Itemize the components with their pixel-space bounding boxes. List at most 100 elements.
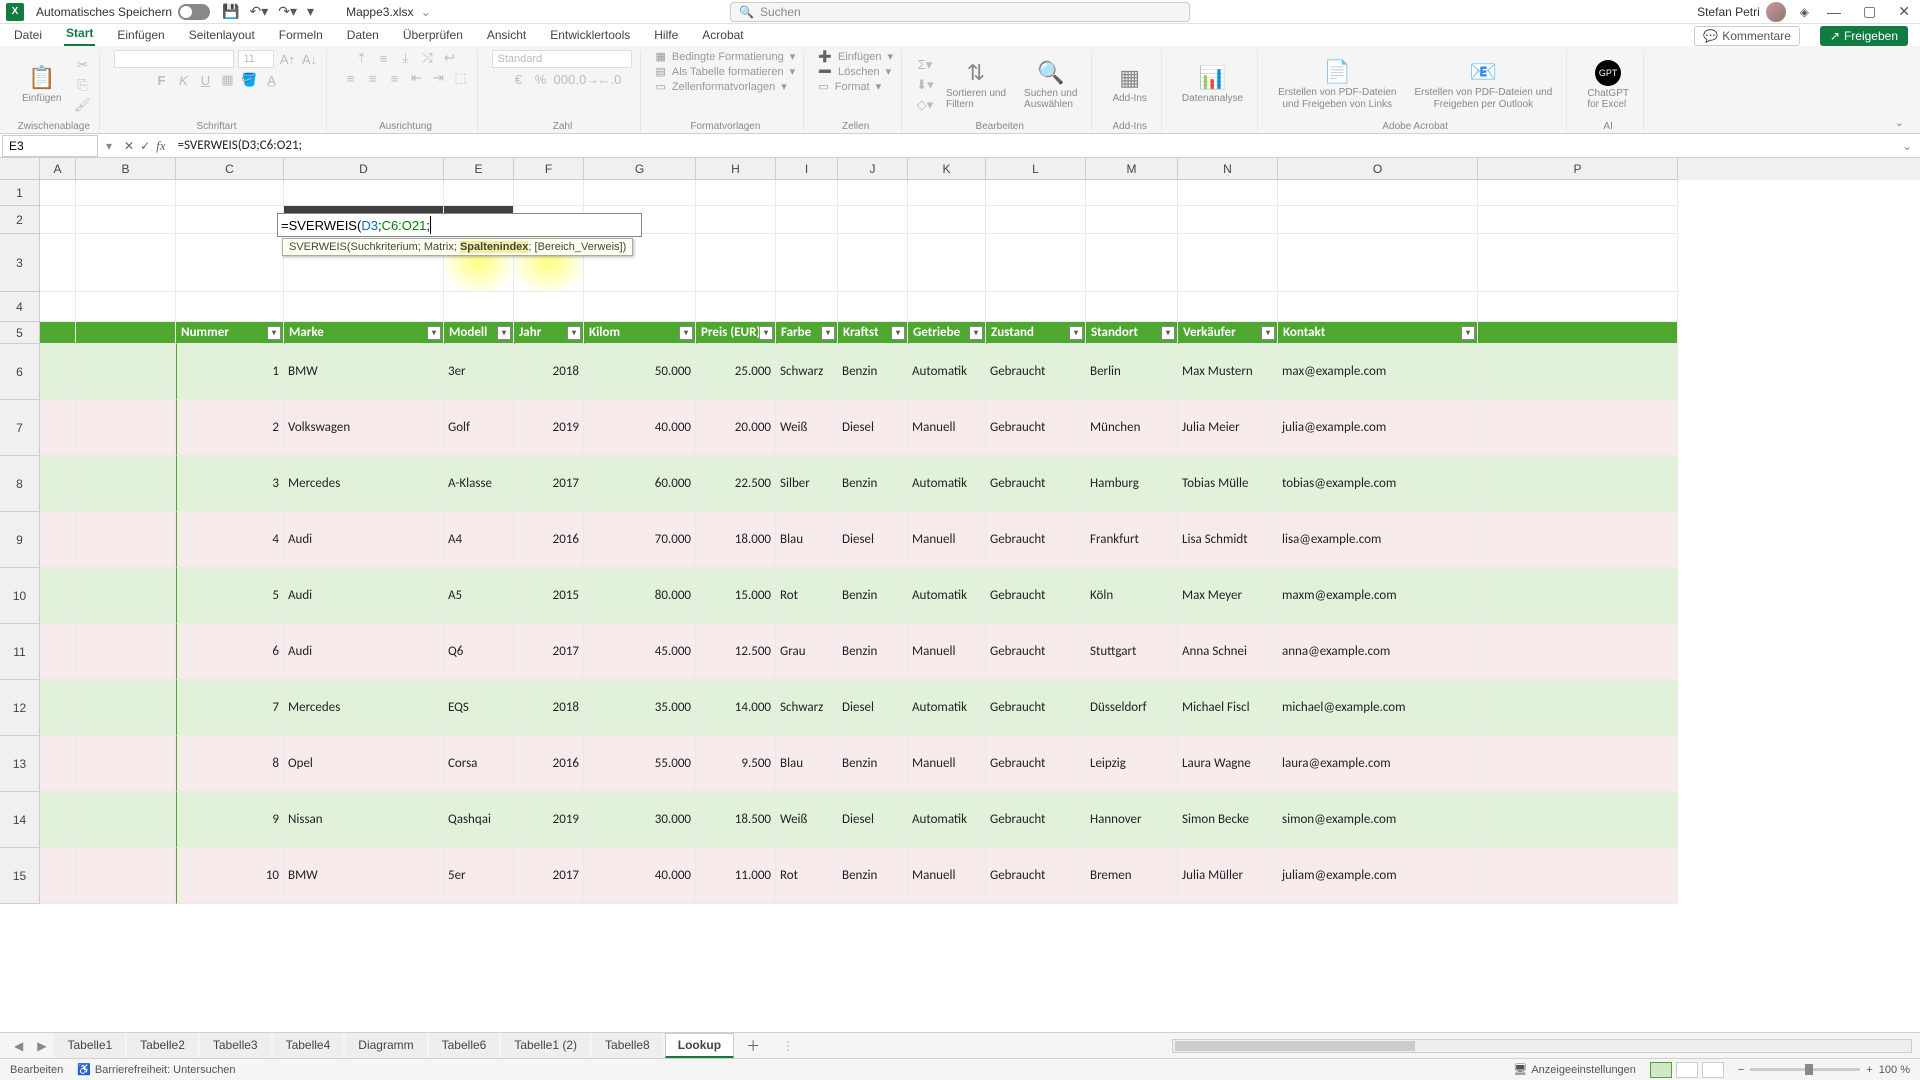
cell[interactable] bbox=[444, 292, 514, 322]
table-cell[interactable]: Opel bbox=[284, 736, 444, 792]
column-header-A[interactable]: A bbox=[40, 158, 76, 180]
table-cell[interactable]: 2016 bbox=[514, 736, 584, 792]
cell[interactable] bbox=[40, 344, 76, 400]
table-cell[interactable]: Grau bbox=[776, 624, 838, 680]
column-header-F[interactable]: F bbox=[514, 158, 584, 180]
sheet-prev-icon[interactable]: ◀ bbox=[8, 1039, 29, 1053]
cell[interactable] bbox=[1478, 322, 1678, 344]
undo-icon[interactable]: ↶▾ bbox=[250, 3, 269, 20]
cell[interactable] bbox=[40, 568, 76, 624]
table-cell[interactable]: 6 bbox=[176, 624, 284, 680]
cell[interactable] bbox=[1478, 206, 1678, 234]
cell[interactable] bbox=[838, 206, 908, 234]
table-cell[interactable]: 45.000 bbox=[584, 624, 696, 680]
cell[interactable] bbox=[838, 234, 908, 292]
cell[interactable] bbox=[1178, 234, 1278, 292]
cell[interactable] bbox=[176, 206, 284, 234]
autosave-toggle[interactable]: Automatisches Speichern bbox=[36, 4, 210, 20]
column-header-B[interactable]: B bbox=[76, 158, 176, 180]
diamond-icon[interactable]: ◈ bbox=[1800, 5, 1809, 19]
filter-dropdown-icon[interactable]: ▾ bbox=[1161, 326, 1175, 340]
cell[interactable] bbox=[76, 792, 176, 848]
table-cell[interactable]: lisa@example.com bbox=[1278, 512, 1478, 568]
cancel-formula-icon[interactable]: ✕ bbox=[124, 139, 134, 153]
row-header-2[interactable]: 2 bbox=[0, 206, 40, 234]
table-cell[interactable]: Automatik bbox=[908, 680, 986, 736]
filter-dropdown-icon[interactable]: ▾ bbox=[1461, 326, 1475, 340]
qat-customize-icon[interactable]: ▾ bbox=[307, 3, 314, 20]
cell[interactable] bbox=[76, 680, 176, 736]
cell[interactable] bbox=[1478, 736, 1678, 792]
cell[interactable] bbox=[1278, 180, 1478, 206]
table-cell[interactable]: Manuell bbox=[908, 848, 986, 904]
table-cell[interactable]: 2016 bbox=[514, 512, 584, 568]
table-cell[interactable]: Gebraucht bbox=[986, 512, 1086, 568]
table-cell[interactable]: 14.000 bbox=[696, 680, 776, 736]
row-header-11[interactable]: 11 bbox=[0, 624, 40, 680]
number-format-dropdown[interactable]: Standard bbox=[492, 50, 632, 68]
table-cell[interactable]: Diesel bbox=[838, 512, 908, 568]
cell[interactable] bbox=[986, 234, 1086, 292]
zoom-slider[interactable] bbox=[1750, 1068, 1860, 1071]
cell[interactable] bbox=[40, 322, 76, 344]
find-select-button[interactable]: 🔍Suchen und Auswählen bbox=[1018, 58, 1083, 112]
row-header-5[interactable]: 5 bbox=[0, 322, 40, 344]
font-color-icon[interactable]: A̲ bbox=[262, 73, 280, 88]
tab-start[interactable]: Start bbox=[64, 24, 95, 46]
table-cell[interactable]: 5 bbox=[176, 568, 284, 624]
table-cell[interactable]: Benzin bbox=[838, 568, 908, 624]
table-cell[interactable]: Julia Müller bbox=[1178, 848, 1278, 904]
table-cell[interactable]: 2018 bbox=[514, 344, 584, 400]
cell[interactable] bbox=[40, 456, 76, 512]
cell[interactable] bbox=[1478, 456, 1678, 512]
cell[interactable] bbox=[76, 456, 176, 512]
fill-icon[interactable]: ⬇▾ bbox=[916, 77, 934, 93]
table-cell[interactable]: Gebraucht bbox=[986, 624, 1086, 680]
align-center-icon[interactable]: ≡ bbox=[363, 71, 381, 86]
conditional-formatting-button[interactable]: ▦Bedingte Formatierung▾ bbox=[655, 50, 795, 63]
table-cell[interactable]: Corsa bbox=[444, 736, 514, 792]
accessibility-status[interactable]: ♿Barrierefreiheit: Untersuchen bbox=[77, 1063, 235, 1076]
cell[interactable] bbox=[76, 344, 176, 400]
table-cell[interactable]: BMW bbox=[284, 344, 444, 400]
table-cell[interactable]: 70.000 bbox=[584, 512, 696, 568]
italic-icon[interactable]: K bbox=[174, 73, 192, 88]
dec-decimal-icon[interactable]: ←.0 bbox=[597, 72, 615, 87]
view-page-layout-button[interactable] bbox=[1676, 1062, 1698, 1078]
paste-button[interactable]: 📋Einfügen bbox=[16, 63, 67, 106]
table-cell[interactable]: Silber bbox=[776, 456, 838, 512]
cell[interactable] bbox=[76, 624, 176, 680]
cell[interactable] bbox=[1478, 234, 1678, 292]
table-cell[interactable]: Düsseldorf bbox=[1086, 680, 1178, 736]
cell[interactable] bbox=[696, 292, 776, 322]
table-header-1[interactable]: Marke▾ bbox=[284, 322, 444, 344]
table-cell[interactable]: Bremen bbox=[1086, 848, 1178, 904]
chatgpt-button[interactable]: GPTChatGPT for Excel bbox=[1581, 58, 1635, 112]
cell[interactable] bbox=[1478, 344, 1678, 400]
cell[interactable] bbox=[40, 848, 76, 904]
table-cell[interactable]: Anna Schnei bbox=[1178, 624, 1278, 680]
cell[interactable] bbox=[514, 292, 584, 322]
cell[interactable] bbox=[776, 234, 838, 292]
table-header-4[interactable]: Kilom▾ bbox=[584, 322, 696, 344]
table-cell[interactable]: 15.000 bbox=[696, 568, 776, 624]
cell[interactable] bbox=[1278, 292, 1478, 322]
table-cell[interactable]: 40.000 bbox=[584, 400, 696, 456]
table-header-12[interactable]: Kontakt▾ bbox=[1278, 322, 1478, 344]
fill-color-icon[interactable]: 🪣 bbox=[240, 72, 258, 88]
filter-dropdown-icon[interactable]: ▾ bbox=[679, 326, 693, 340]
table-cell[interactable]: Diesel bbox=[838, 792, 908, 848]
underline-icon[interactable]: U bbox=[196, 73, 214, 88]
autosum-icon[interactable]: Σ▾ bbox=[916, 57, 934, 73]
table-cell[interactable]: Gebraucht bbox=[986, 344, 1086, 400]
table-cell[interactable]: Gebraucht bbox=[986, 568, 1086, 624]
sheet-tab-tabelle4[interactable]: Tabelle4 bbox=[273, 1033, 344, 1058]
cell[interactable] bbox=[838, 292, 908, 322]
cell[interactable] bbox=[76, 568, 176, 624]
table-cell[interactable]: 35.000 bbox=[584, 680, 696, 736]
column-header-P[interactable]: P bbox=[1478, 158, 1678, 180]
search-input[interactable]: 🔍 Suchen bbox=[730, 2, 1190, 22]
file-name[interactable]: Mappe3.xlsx ⌄ bbox=[326, 5, 431, 19]
cell[interactable] bbox=[40, 206, 76, 234]
row-header-8[interactable]: 8 bbox=[0, 456, 40, 512]
